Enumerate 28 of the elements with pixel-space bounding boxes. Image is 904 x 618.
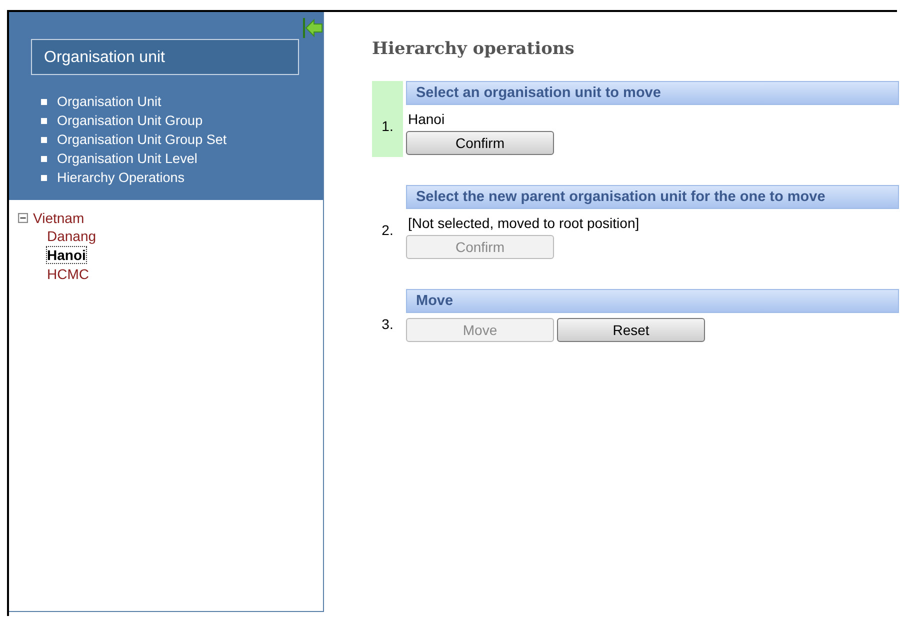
menu-link[interactable]: Hierarchy Operations <box>57 170 185 185</box>
bullet-icon <box>41 174 47 180</box>
tree-item[interactable]: Vietnam <box>33 210 84 226</box>
arrow-left-icon[interactable] <box>303 18 323 38</box>
menu-link[interactable]: Organisation Unit Group Set <box>57 132 227 147</box>
tree-item[interactable]: Hanoi <box>47 247 86 263</box>
menu-link[interactable]: Organisation Unit Level <box>57 151 198 166</box>
sidebar-title: Organisation unit <box>31 39 299 75</box>
bullet-icon <box>41 136 47 142</box>
step-heading: Select an organisation unit to move <box>406 81 899 105</box>
bullet-icon <box>41 98 47 104</box>
step-number: 2. <box>380 221 394 240</box>
bullet-icon <box>41 156 47 162</box>
menu-link[interactable]: Organisation Unit Group <box>57 113 203 128</box>
step-number: 1. <box>372 81 403 157</box>
step-heading: Select the new parent organisation unit for the one to move <box>406 185 899 209</box>
action-button[interactable]: Reset <box>557 318 705 342</box>
step-heading: Move <box>406 289 899 313</box>
tree-item[interactable]: HCMC <box>47 266 89 282</box>
bullet-icon <box>41 118 47 124</box>
step-value: Hanoi <box>408 111 446 127</box>
step-number: 3. <box>380 314 394 334</box>
action-button[interactable]: Confirm <box>406 131 554 155</box>
tree-item[interactable]: Danang <box>47 228 96 244</box>
menu-link[interactable]: Organisation Unit <box>57 94 162 109</box>
step-value: [Not selected, moved to root position] <box>408 215 640 231</box>
page-title: Hierarchy operations <box>372 39 576 59</box>
collapse-icon[interactable] <box>18 212 28 222</box>
